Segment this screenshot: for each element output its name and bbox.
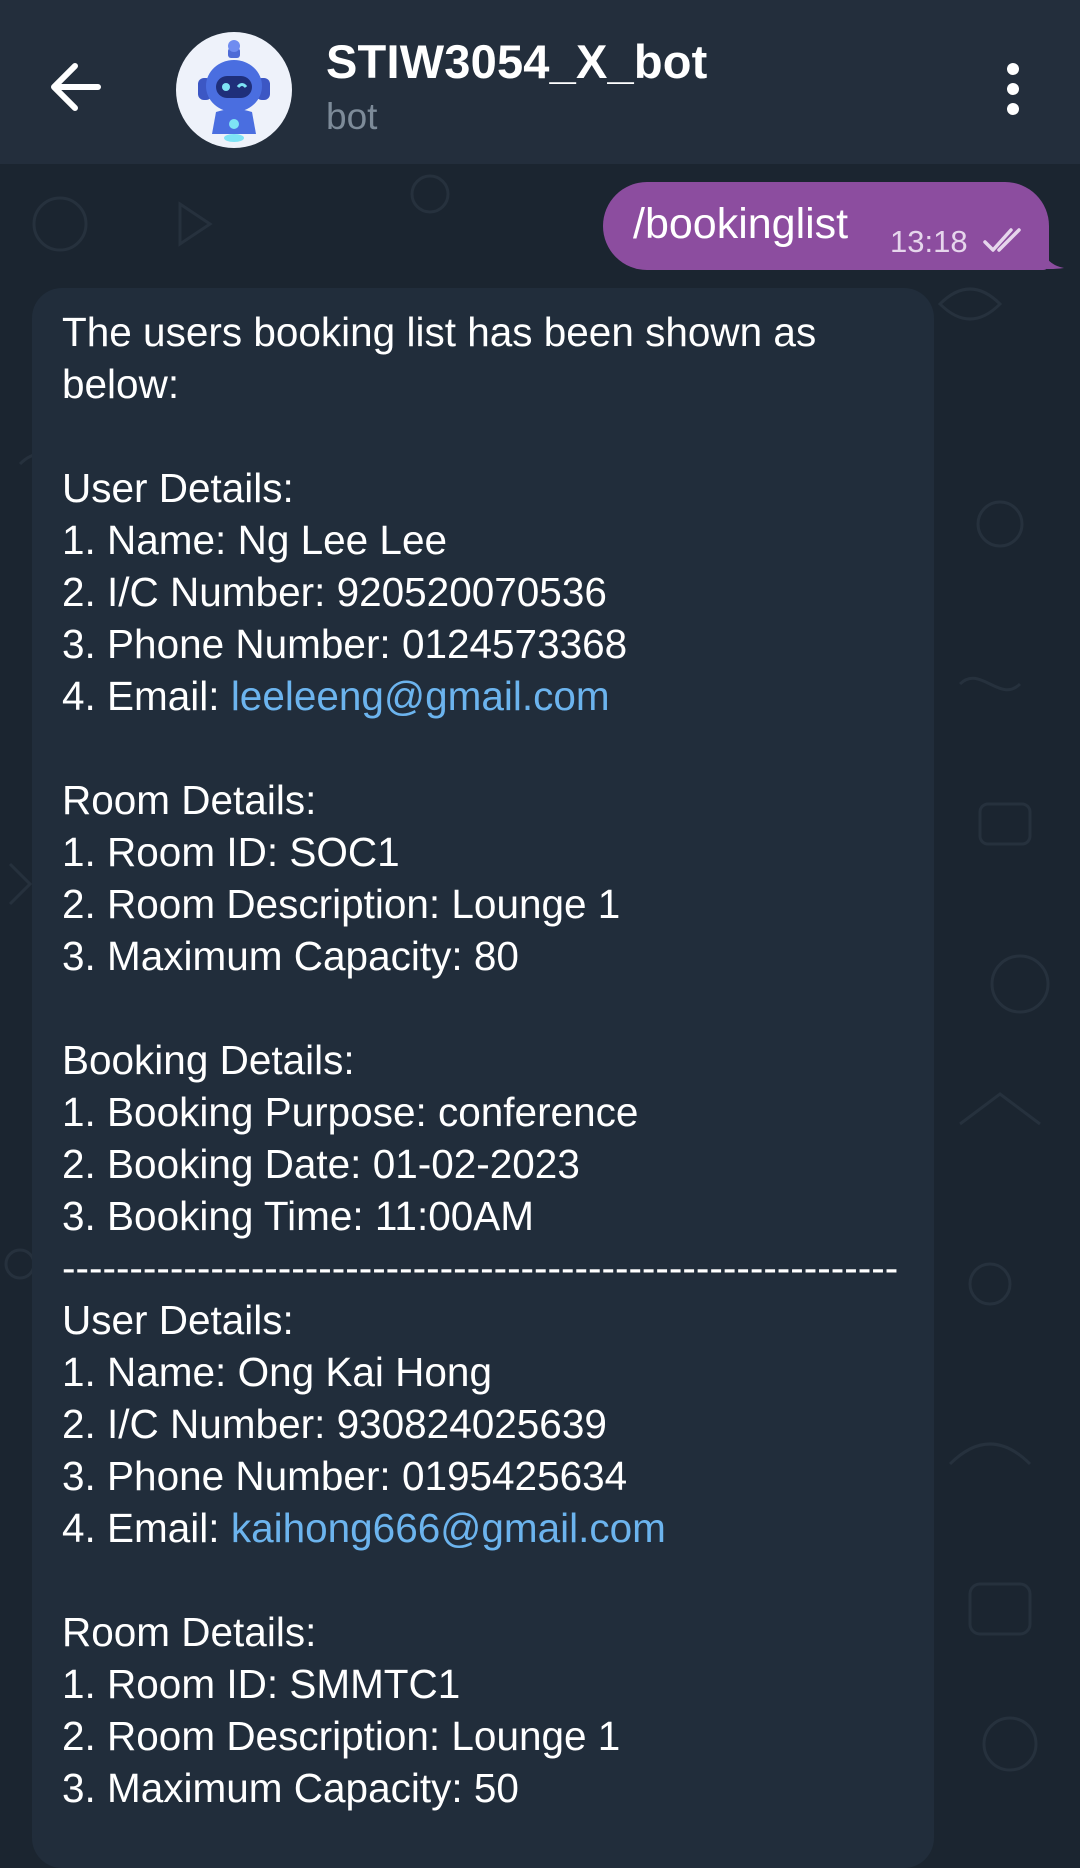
user-details-heading: User Details: — [62, 465, 294, 511]
arrow-left-icon — [51, 63, 101, 111]
back-button[interactable] — [40, 50, 110, 120]
booking-details-heading: Booking Details: — [62, 1037, 355, 1083]
double-check-icon — [983, 228, 1021, 252]
user-email-line: 4. Email: leeleeng@gmail.com — [62, 670, 922, 722]
user-email-line: 4. Email: kaihong666@gmail.com — [62, 1502, 922, 1554]
chat-title[interactable]: STIW3054_X_bot — [326, 34, 708, 89]
user-ic-number: 2. I/C Number: 930824025639 — [62, 1401, 607, 1447]
user-phone-number: 3. Phone Number: 0124573368 — [62, 621, 628, 667]
room-id: 1. Room ID: SOC1 — [62, 829, 400, 875]
booking-purpose: 1. Booking Purpose: conference — [62, 1089, 639, 1135]
sent-message-text: /bookinglist — [633, 200, 849, 248]
room-description: 2. Room Description: Lounge 1 — [62, 1713, 621, 1759]
message-timestamp: 13:18 — [890, 224, 968, 259]
received-message-text: The users booking list has been shown as… — [62, 306, 922, 1814]
email-label: 4. Email: — [62, 673, 231, 719]
chat-subtitle: bot — [326, 96, 378, 137]
email-link[interactable]: leeleeng@gmail.com — [231, 673, 610, 719]
user-name: 1. Name: Ong Kai Hong — [62, 1349, 492, 1395]
booking-time: 3. Booking Time: 11:00AM — [62, 1193, 534, 1239]
email-link[interactable]: kaihong666@gmail.com — [231, 1505, 666, 1551]
user-ic-number: 2. I/C Number: 920520070536 — [62, 569, 607, 615]
more-options-button[interactable] — [990, 60, 1036, 120]
chat-header: STIW3054_X_bot bot — [0, 0, 1080, 164]
more-vertical-icon — [1007, 63, 1019, 115]
room-id: 1. Room ID: SMMTC1 — [62, 1661, 461, 1707]
room-details-heading: Room Details: — [62, 777, 317, 823]
room-details-heading: Room Details: — [62, 1609, 317, 1655]
room-capacity: 3. Maximum Capacity: 50 — [62, 1765, 519, 1811]
room-description: 2. Room Description: Lounge 1 — [62, 881, 621, 927]
intro-line: below: — [62, 361, 180, 407]
user-details-heading: User Details: — [62, 1297, 294, 1343]
robot-avatar-icon — [198, 40, 270, 142]
email-label: 4. Email: — [62, 1505, 231, 1551]
booking-date: 2. Booking Date: 01-02-2023 — [62, 1141, 580, 1187]
user-phone-number: 3. Phone Number: 0195425634 — [62, 1453, 628, 1499]
separator-line: ----------------------------------------… — [62, 1245, 898, 1291]
sent-message-bubble[interactable]: /bookinglist 13:18 — [603, 182, 1049, 270]
received-message-bubble[interactable]: The users booking list has been shown as… — [32, 288, 934, 1868]
intro-line: The users booking list has been shown as — [62, 309, 817, 355]
avatar[interactable] — [176, 32, 292, 148]
room-capacity: 3. Maximum Capacity: 80 — [62, 933, 519, 979]
user-name: 1. Name: Ng Lee Lee — [62, 517, 447, 563]
